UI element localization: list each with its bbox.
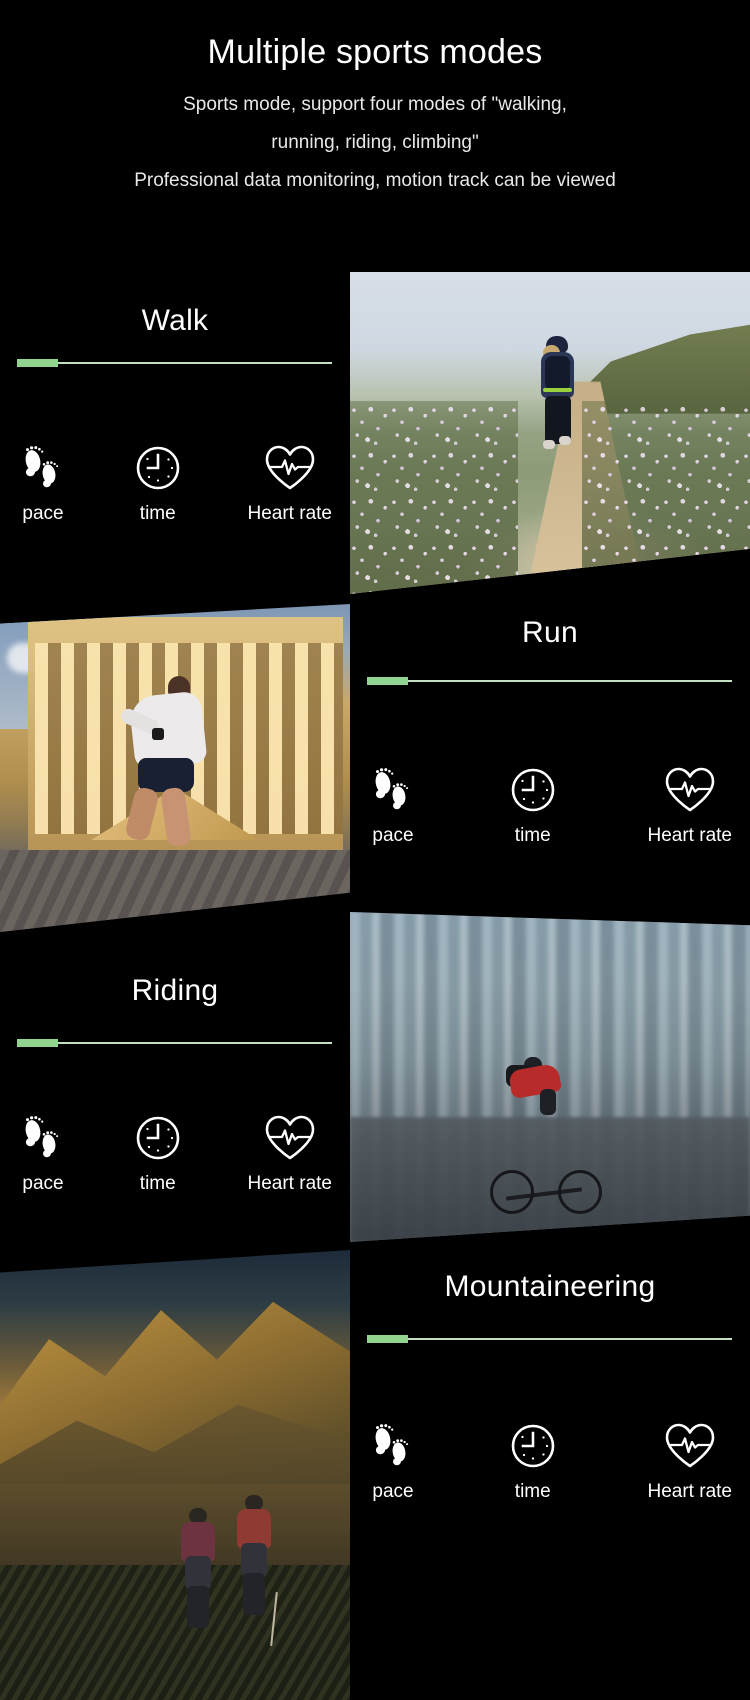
heart-pulse-icon (663, 1420, 717, 1472)
metric-row-walk: pace time Heart rate (18, 442, 332, 525)
walk-photo (350, 272, 750, 594)
section-title-walk: Walk (141, 304, 209, 337)
metric-label: time (139, 503, 176, 524)
metric-label: time (139, 1173, 176, 1194)
divider-accent (17, 359, 58, 367)
section-mountaineering: Mountaineering pace time Heart rate (350, 1242, 750, 1700)
section-divider-walk (17, 359, 332, 367)
metric-row-run: pace time Heart rate (368, 764, 732, 847)
subtitle-line-3: Professional data monitoring, motion tra… (134, 170, 616, 191)
footprints-icon (368, 1420, 418, 1472)
metric-label: Heart rate (247, 1173, 332, 1194)
footprints-icon (18, 1112, 68, 1164)
mountaineering-photo (0, 1250, 350, 1700)
section-divider-run (367, 677, 732, 685)
clock-icon (508, 1420, 558, 1472)
metric-pace[interactable]: pace (368, 764, 418, 847)
section-title-run: Run (522, 616, 578, 649)
heart-pulse-icon (263, 442, 317, 494)
metric-pace[interactable]: pace (18, 1112, 68, 1195)
metric-pace[interactable]: pace (368, 1420, 418, 1503)
section-divider-mountaineering (367, 1335, 732, 1343)
metric-label: Heart rate (647, 825, 732, 846)
section-title-mountaineering: Mountaineering (444, 1270, 656, 1303)
sports-modes-page: Multiple sports modes Sports mode, suppo… (0, 0, 750, 1700)
footprints-icon (368, 764, 418, 816)
metric-heart-rate[interactable]: Heart rate (248, 442, 332, 525)
metric-label: time (514, 825, 551, 846)
clock-icon (133, 1112, 183, 1164)
divider-accent (367, 677, 408, 685)
subtitle-line-2: running, riding, climbing" (271, 132, 479, 153)
subtitle-line-1: Sports mode, support four modes of "walk… (183, 94, 567, 115)
section-run: Run pace time Heart rate (350, 594, 750, 912)
page-subtitle: Sports mode, support four modes of "walk… (0, 86, 750, 200)
metric-time[interactable]: time (133, 1112, 183, 1195)
metric-label: pace (372, 825, 414, 846)
footprints-icon (18, 442, 68, 494)
section-riding: Riding pace time Heart rate (0, 932, 350, 1250)
metric-pace[interactable]: pace (18, 442, 68, 525)
metric-label: Heart rate (247, 503, 332, 524)
heart-pulse-icon (663, 764, 717, 816)
page-title: Multiple sports modes (207, 33, 543, 71)
metric-label: time (514, 1481, 551, 1502)
metric-label: Heart rate (647, 1481, 732, 1502)
metric-label: pace (22, 1173, 64, 1194)
page-header: Multiple sports modes Sports mode, suppo… (0, 0, 750, 248)
metric-time[interactable]: time (508, 1420, 558, 1503)
metric-heart-rate[interactable]: Heart rate (248, 1112, 332, 1195)
metric-heart-rate[interactable]: Heart rate (648, 1420, 732, 1503)
metric-label: pace (372, 1481, 414, 1502)
metric-row-mountaineering: pace time Heart rate (368, 1420, 732, 1503)
section-title-riding: Riding (131, 974, 219, 1007)
clock-icon (133, 442, 183, 494)
riding-photo (350, 912, 750, 1242)
divider-accent (17, 1039, 58, 1047)
clock-icon (508, 764, 558, 816)
heart-pulse-icon (263, 1112, 317, 1164)
metric-heart-rate[interactable]: Heart rate (648, 764, 732, 847)
metric-label: pace (22, 503, 64, 524)
metric-time[interactable]: time (133, 442, 183, 525)
section-divider-riding (17, 1039, 332, 1047)
metric-time[interactable]: time (508, 764, 558, 847)
divider-accent (367, 1335, 408, 1343)
metric-row-riding: pace time Heart rate (18, 1112, 332, 1195)
run-photo (0, 604, 350, 932)
section-walk: Walk pace time Heart rate (0, 272, 350, 594)
